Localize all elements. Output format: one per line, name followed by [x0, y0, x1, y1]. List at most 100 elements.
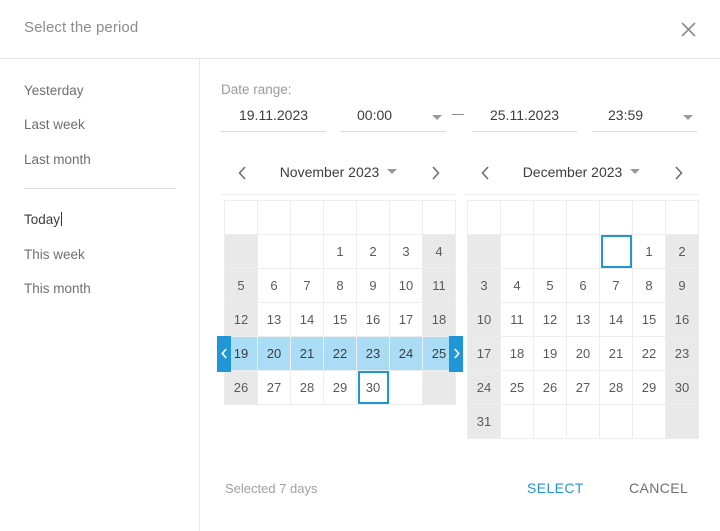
calendar-day-cell[interactable]: 12	[225, 303, 258, 337]
calendar-day-cell[interactable]: 24	[390, 337, 423, 371]
range-end-handle[interactable]	[449, 335, 463, 372]
calendar-day-cell[interactable]: 3	[390, 235, 423, 269]
calendar-day-cell[interactable]: 6	[258, 269, 291, 303]
end-date-value: 25.11.2023	[489, 107, 560, 123]
calendar-day-cell[interactable]: 25	[501, 371, 534, 405]
calendar-day-cell[interactable]: 10	[390, 269, 423, 303]
calendar-day-cell[interactable]: 8	[324, 269, 357, 303]
preset-item-last-week[interactable]: Last week	[24, 117, 85, 132]
calendar-day-cell[interactable]: 25	[423, 335, 463, 372]
calendar-day-cell[interactable]: 13	[258, 303, 291, 337]
end-time-field[interactable]: 23:59	[592, 104, 697, 132]
calendar-weekday-header	[501, 201, 534, 235]
month-select-right[interactable]	[498, 154, 665, 194]
dialog-footer: Selected 7 days SELECT CANCEL	[221, 460, 699, 520]
preset-item-this-week[interactable]: This week	[24, 247, 85, 262]
calendar-day-cell[interactable]: 22	[633, 337, 666, 371]
next-month-button-left[interactable]	[422, 160, 448, 186]
calendar-day-cell[interactable]: 29	[633, 371, 666, 405]
start-time-field[interactable]: 00:00	[341, 104, 446, 132]
prev-month-button-left[interactable]	[229, 160, 255, 186]
dialog-title: Select the period	[24, 19, 139, 36]
calendar-weekday-header	[666, 201, 699, 235]
calendar-day-cell[interactable]: 9	[357, 269, 390, 303]
calendar-focused-empty-cell[interactable]	[600, 235, 633, 269]
next-month-button-right[interactable]	[665, 160, 691, 186]
calendar-blank-cell	[633, 405, 666, 439]
start-date-field[interactable]: 19.11.2023	[221, 104, 326, 132]
calendar-day-cell[interactable]: 21	[291, 337, 324, 371]
calendar-blank-cell	[567, 405, 600, 439]
calendar-day-cell[interactable]: 2	[666, 235, 699, 269]
calendar-grid: 1 2 3 4 5 6 7 8 9 10 11 12 13 14 15 16 17 18 19 20 21 22 23 24 2…	[217, 200, 463, 405]
calendar-day-cell[interactable]: 27	[258, 371, 291, 405]
preset-item-today[interactable]: Today	[24, 212, 63, 227]
calendar-day-cell[interactable]: 1	[324, 235, 357, 269]
select-button[interactable]: SELECT	[519, 474, 592, 502]
month-select-left[interactable]	[255, 154, 422, 194]
calendar-day-cell[interactable]: 11	[501, 303, 534, 337]
calendar-day-cell[interactable]: 18	[501, 337, 534, 371]
calendar-day-cell[interactable]: 4	[501, 269, 534, 303]
calendar-day-cell[interactable]: 8	[633, 269, 666, 303]
prev-month-button-right[interactable]	[472, 160, 498, 186]
cancel-button[interactable]: CANCEL	[621, 474, 696, 502]
preset-label: Today	[24, 212, 61, 227]
calendar-day-cell[interactable]: 19	[534, 337, 567, 371]
calendar-day-cell[interactable]: 10	[468, 303, 501, 337]
calendar-day-cell[interactable]: 7	[291, 269, 324, 303]
calendar-day-cell[interactable]: 12	[534, 303, 567, 337]
close-icon[interactable]	[670, 11, 706, 47]
calendar-day-cell[interactable]: 1	[633, 235, 666, 269]
preset-item-this-month[interactable]: This month	[24, 281, 91, 296]
calendar-day-cell[interactable]: 28	[291, 371, 324, 405]
calendar-day-cell[interactable]: 27	[567, 371, 600, 405]
calendar-day-cell[interactable]: 14	[291, 303, 324, 337]
calendar-day-cell[interactable]: 5	[225, 269, 258, 303]
calendar-day-cell[interactable]: 16	[357, 303, 390, 337]
preset-item-yesterday[interactable]: Yesterday	[24, 83, 84, 98]
calendar-day-cell[interactable]: 3	[468, 269, 501, 303]
month-nav-left: November 2023	[221, 154, 456, 195]
calendar-weekday-header	[258, 201, 291, 235]
calendar-day-cell[interactable]: 29	[324, 371, 357, 405]
calendar-day-cell[interactable]: 20	[258, 337, 291, 371]
preset-label: Yesterday	[24, 83, 84, 98]
preset-label: Last week	[24, 117, 85, 132]
calendar-day-cell[interactable]: 16	[666, 303, 699, 337]
calendar-day-cell[interactable]: 22	[324, 337, 357, 371]
calendar-day-cell[interactable]: 28	[600, 371, 633, 405]
calendar-day-cell[interactable]: 15	[633, 303, 666, 337]
preset-item-last-month[interactable]: Last month	[24, 152, 91, 167]
range-start-handle[interactable]	[217, 335, 231, 372]
calendar-day-cell[interactable]: 14	[600, 303, 633, 337]
month-nav-right: December 2023	[464, 154, 699, 195]
calendar-day-cell[interactable]: 26	[225, 371, 258, 405]
calendar-day-cell[interactable]: 23	[666, 337, 699, 371]
calendar-day-cell[interactable]: 15	[324, 303, 357, 337]
end-date-field[interactable]: 25.11.2023	[472, 104, 577, 132]
calendar-day-cell[interactable]: 17	[390, 303, 423, 337]
calendar-day-cell[interactable]: 13	[567, 303, 600, 337]
calendar-day-cell[interactable]: 11	[423, 269, 456, 303]
calendar-blank-cell	[501, 235, 534, 269]
calendar-day-cell[interactable]: 9	[666, 269, 699, 303]
preset-label: This month	[24, 281, 91, 296]
calendar-day-cell[interactable]: 5	[534, 269, 567, 303]
calendar-day-cell[interactable]: 18	[423, 303, 456, 337]
calendar-day-cell[interactable]: 20	[567, 337, 600, 371]
calendar-blank-cell	[258, 235, 291, 269]
calendar-day-cell[interactable]: 21	[600, 337, 633, 371]
calendar-day-cell[interactable]: 6	[567, 269, 600, 303]
calendar-day-cell[interactable]: 31	[468, 405, 501, 439]
calendar-day-cell[interactable]: 4	[423, 235, 456, 269]
calendar-day-cell[interactable]: 7	[600, 269, 633, 303]
calendar-day-cell[interactable]: 19	[217, 335, 258, 372]
calendar-day-cell[interactable]: 26	[534, 371, 567, 405]
calendar-day-cell[interactable]: 24	[468, 371, 501, 405]
calendar-day-cell[interactable]: 17	[468, 337, 501, 371]
calendar-today-cell[interactable]: 30	[357, 371, 390, 405]
calendar-day-cell[interactable]: 2	[357, 235, 390, 269]
calendar-day-cell[interactable]: 30	[666, 371, 699, 405]
calendar-day-cell[interactable]: 23	[357, 337, 390, 371]
